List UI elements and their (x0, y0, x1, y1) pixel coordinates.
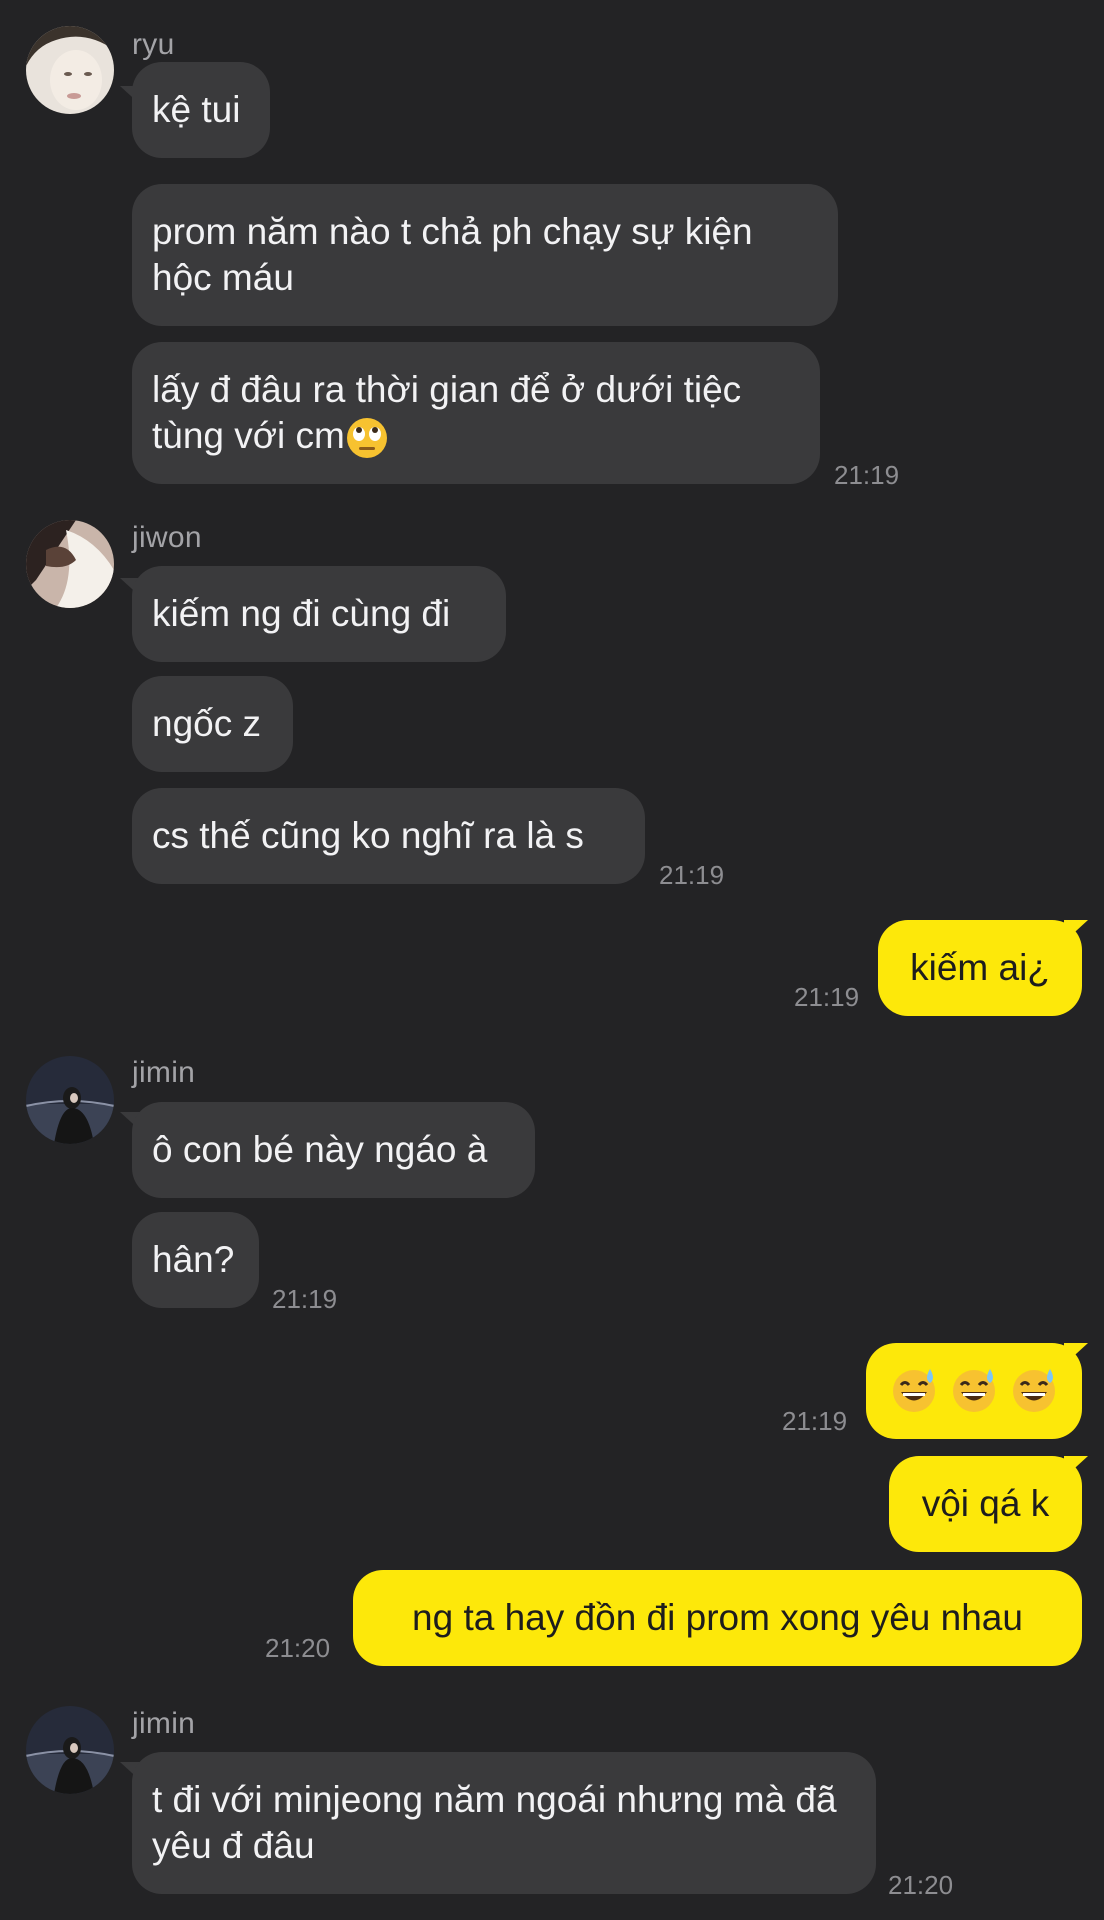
timestamp: 21:19 (272, 1284, 338, 1314)
message-text: ô con bé này ngáo à (152, 1129, 488, 1170)
message-bubble[interactable]: kiếm ai¿ (878, 920, 1082, 1016)
message-bubble[interactable]: t đi với minjeong năm ngoái nhưng mà đã … (132, 1752, 876, 1894)
avatar[interactable] (26, 1706, 114, 1794)
message-bubble[interactable]: kiếm ng đi cùng đi (132, 566, 506, 662)
message-text: vội qá k (921, 1483, 1050, 1524)
message-text: t đi với minjeong năm ngoái nhưng mà đã … (152, 1779, 837, 1866)
message-text: kệ tui (152, 89, 241, 130)
grinning-face-with-sweat-icon (889, 1365, 939, 1415)
message-bubble[interactable]: cs thế cũng ko nghĩ ra là s (132, 788, 645, 884)
message-text: ng ta hay đồn đi prom xong yêu nhau (412, 1597, 1023, 1638)
avatar[interactable] (26, 520, 114, 608)
message-bubble[interactable]: vội qá k (889, 1456, 1082, 1552)
sender-name: jimin (132, 1056, 196, 1089)
message-bubble[interactable]: lấy đ đâu ra thời gian để ở dưới tiệc tù… (132, 342, 820, 484)
message-text: prom năm nào t chả ph chạy sự kiện hộc m… (152, 211, 753, 298)
avatar[interactable] (26, 1056, 114, 1144)
timestamp: 21:19 (834, 460, 900, 490)
chat-screen: ryu kệ tui prom năm nào t chả ph chạy sự… (0, 0, 1104, 1920)
timestamp: 21:19 (794, 982, 860, 1012)
sender-name: jiwon (132, 521, 202, 554)
message-text: hân? (152, 1239, 235, 1280)
message-bubble[interactable]: kệ tui (132, 62, 270, 158)
message-text: lấy đ đâu ra thời gian để ở dưới tiệc tù… (152, 369, 742, 456)
user-photo-avatar-icon (26, 26, 114, 114)
avatar[interactable] (26, 26, 114, 114)
timestamp: 21:20 (888, 1870, 954, 1900)
timestamp: 21:19 (659, 860, 725, 890)
message-bubble[interactable]: ô con bé này ngáo à (132, 1102, 535, 1198)
message-text: kiếm ai¿ (910, 947, 1050, 988)
message-bubble[interactable]: ng ta hay đồn đi prom xong yêu nhau (353, 1570, 1082, 1666)
face-with-rolling-eyes-icon (345, 416, 389, 460)
grinning-face-with-sweat-icon (949, 1365, 999, 1415)
message-text: cs thế cũng ko nghĩ ra là s (152, 815, 584, 856)
sender-name: ryu (132, 28, 175, 61)
timestamp: 21:20 (265, 1633, 331, 1663)
message-text: ngốc z (152, 703, 262, 744)
emoji-message-bubble[interactable] (866, 1343, 1082, 1439)
user-photo-avatar-icon (26, 1706, 114, 1794)
user-photo-avatar-icon (26, 1056, 114, 1144)
sender-name: jimin (132, 1707, 196, 1740)
message-bubble[interactable]: ngốc z (132, 676, 293, 772)
message-text: kiếm ng đi cùng đi (152, 593, 451, 634)
grinning-face-with-sweat-icon (1009, 1365, 1059, 1415)
user-photo-avatar-icon (26, 520, 114, 608)
message-bubble[interactable]: prom năm nào t chả ph chạy sự kiện hộc m… (132, 184, 838, 326)
message-bubble[interactable]: hân? (132, 1212, 259, 1308)
timestamp: 21:19 (782, 1406, 848, 1436)
